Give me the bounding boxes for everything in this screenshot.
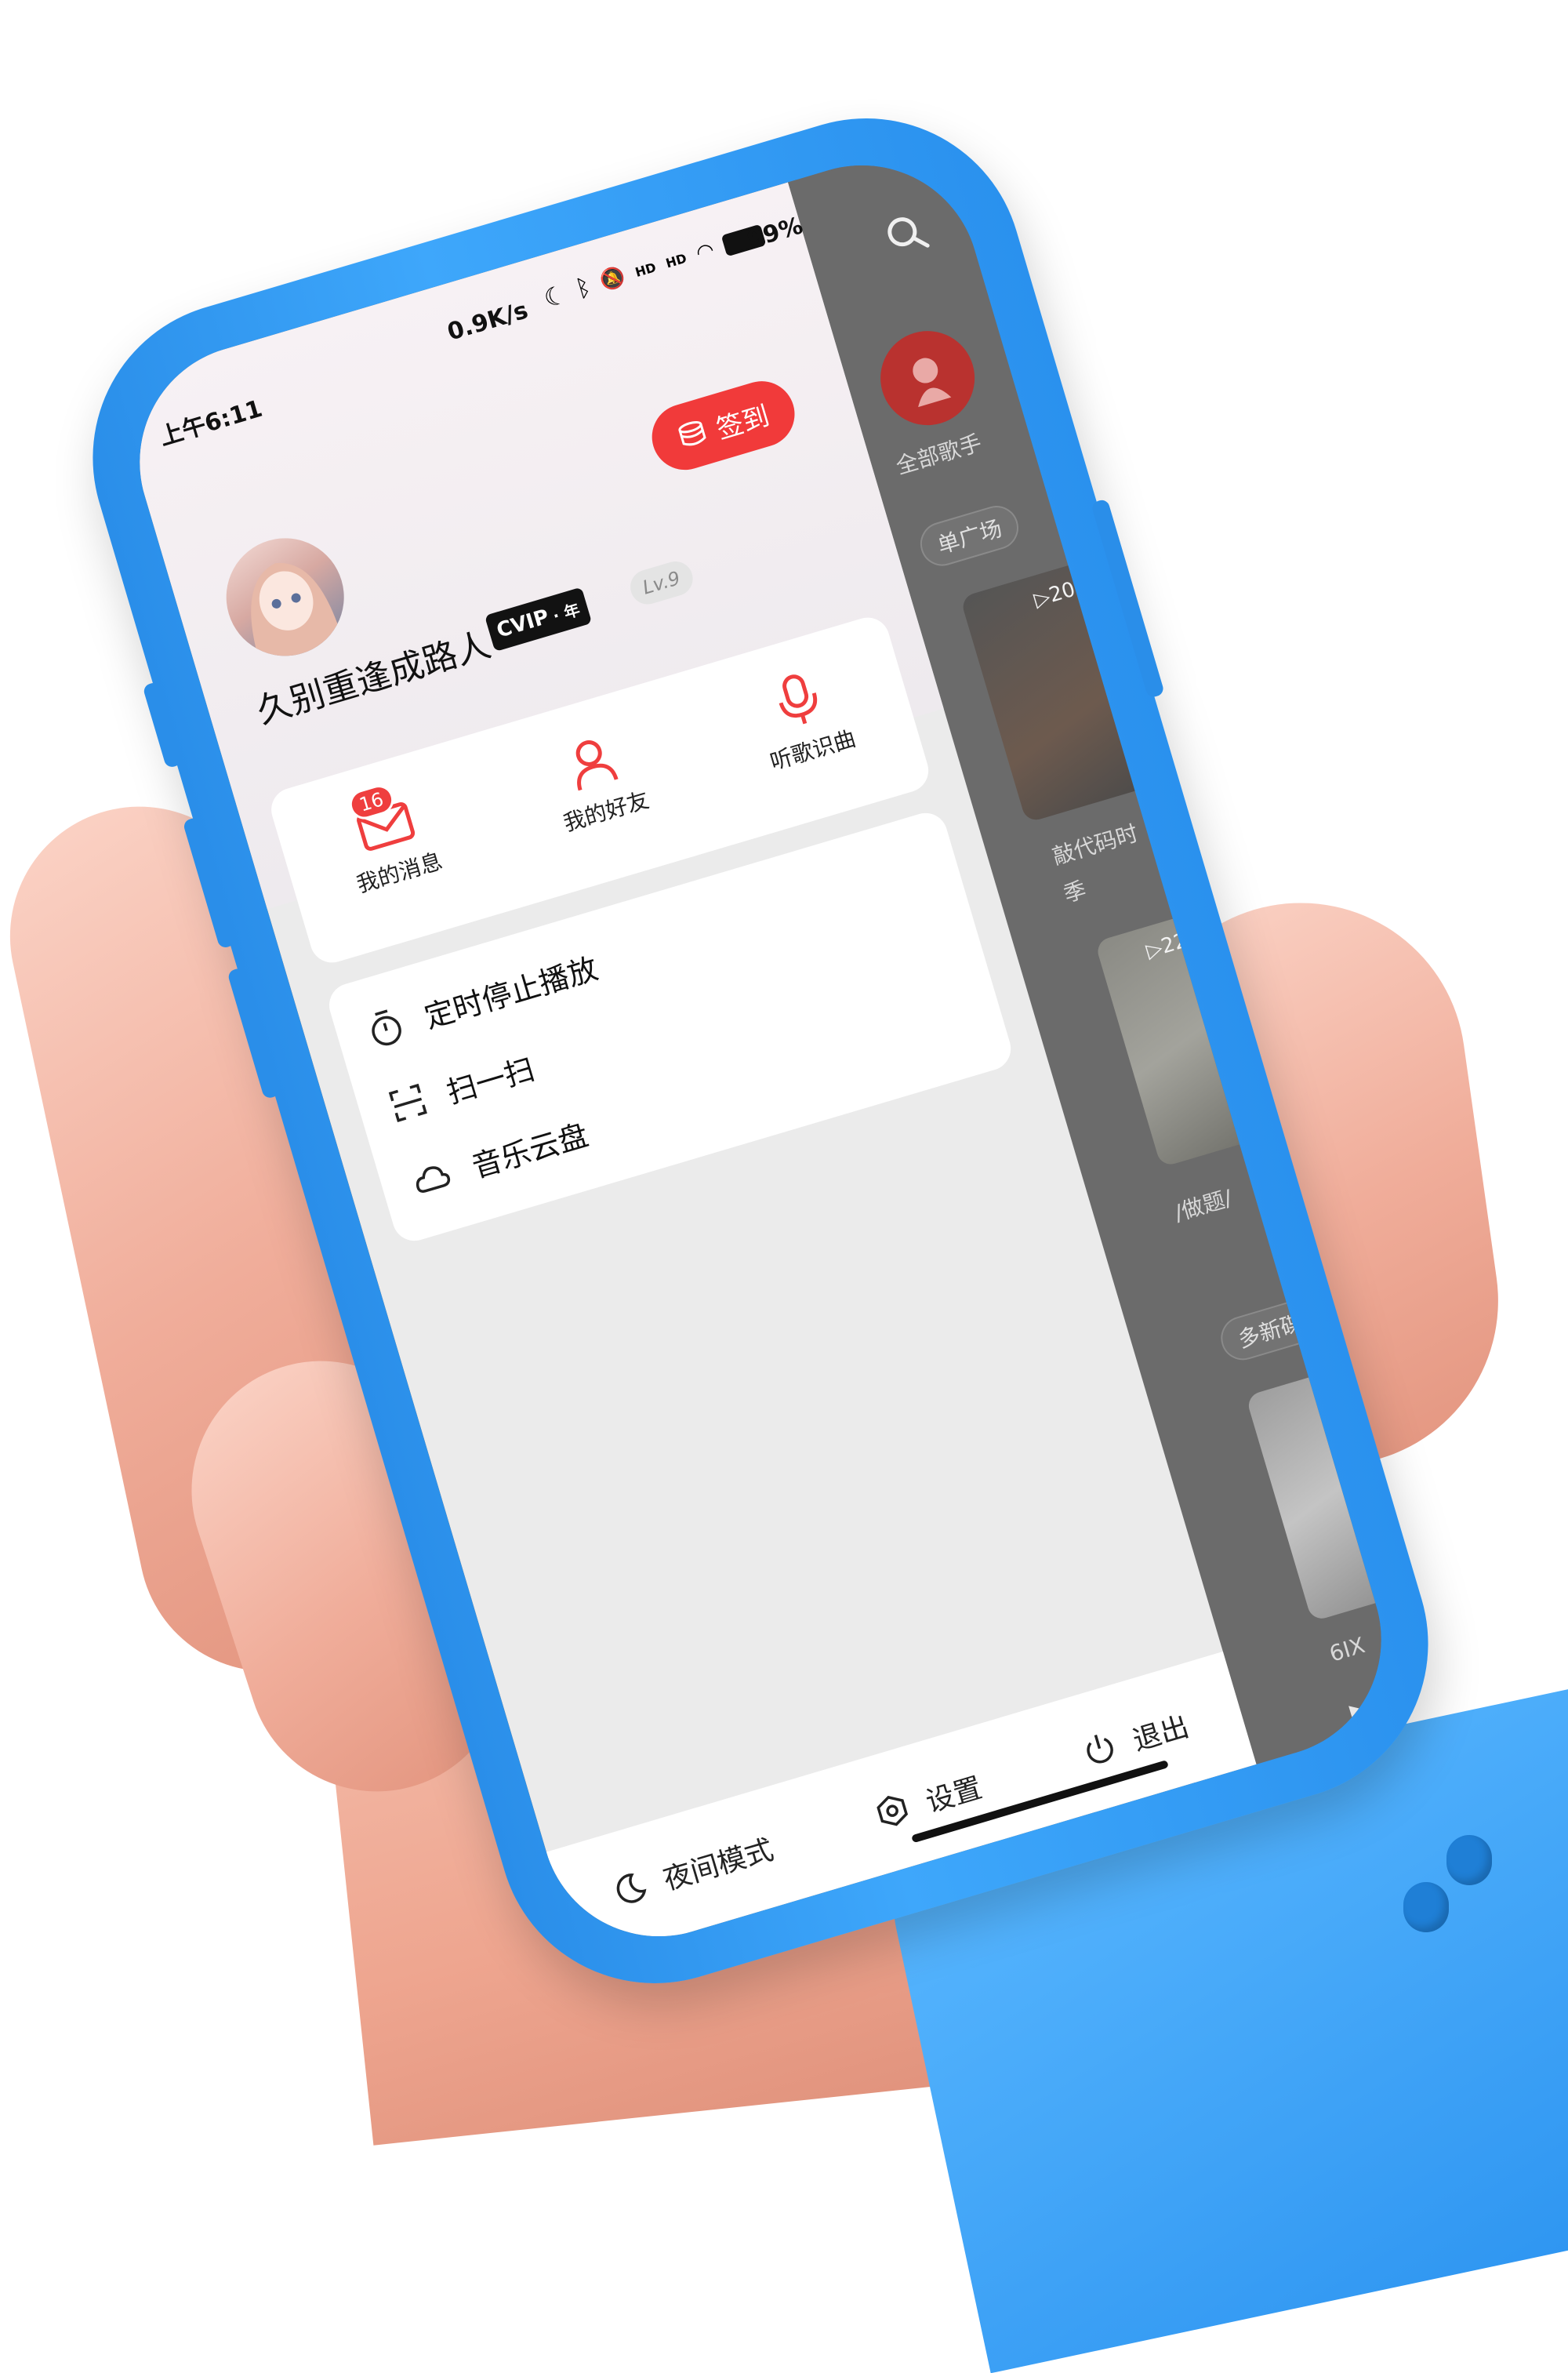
menu-item-label: 定时停止播放 bbox=[420, 950, 602, 1035]
menu-item-cloud-drive[interactable]: 音乐云盘 bbox=[408, 1110, 593, 1203]
cloud-icon bbox=[416, 1165, 451, 1193]
all-singers-icon[interactable] bbox=[869, 319, 986, 437]
wifi-icon: ◠ bbox=[693, 238, 717, 266]
signal-icon: HD bbox=[633, 259, 658, 280]
power-icon bbox=[1087, 1734, 1114, 1764]
playlist-square-chip[interactable]: 单广场 bbox=[915, 500, 1024, 572]
signal-icon: HD bbox=[663, 250, 688, 271]
mute-icon: 🔕 bbox=[597, 263, 629, 294]
menu-item-label: 音乐云盘 bbox=[468, 1117, 593, 1185]
quick-action-messages[interactable]: 16 我的消息 bbox=[305, 774, 475, 908]
moon-icon bbox=[616, 1873, 647, 1903]
settings-label: 设置 bbox=[922, 1772, 986, 1819]
bluetooth-icon: ᛒ bbox=[572, 272, 594, 303]
menu-item-sleep-timer[interactable]: 定时停止播放 bbox=[363, 944, 602, 1053]
vip-label: CVIP bbox=[494, 605, 552, 643]
night-mode-label: 夜间模式 bbox=[659, 1833, 778, 1897]
menu-item-scan[interactable]: 扫一扫 bbox=[385, 1045, 539, 1128]
coin-stack-icon bbox=[678, 420, 706, 446]
logout-label: 退出 bbox=[1129, 1710, 1193, 1758]
vip-term: · 年 bbox=[550, 599, 583, 626]
playlist-caption: /做题/ bbox=[1171, 1184, 1236, 1226]
night-mode-button[interactable]: 夜间模式 bbox=[610, 1827, 778, 1913]
signin-label: 签到 bbox=[713, 400, 773, 445]
quick-action-friends[interactable]: 我的好友 bbox=[512, 713, 682, 847]
playlist-caption: 敲代码时 bbox=[1049, 819, 1142, 870]
sleeve-button bbox=[1446, 1835, 1492, 1885]
playlist-caption: 季 bbox=[1060, 876, 1090, 908]
gear-icon bbox=[877, 1795, 909, 1826]
mic-icon bbox=[779, 674, 818, 725]
sleeve-button bbox=[1403, 1882, 1449, 1932]
album-caption: 6IX bbox=[1326, 1632, 1368, 1667]
quick-action-song-recognition[interactable]: 听歌识曲 bbox=[718, 651, 888, 785]
logout-button[interactable]: 退出 bbox=[1080, 1704, 1193, 1773]
all-singers-label: 全部歌手 bbox=[893, 429, 985, 480]
scan-icon bbox=[388, 1083, 427, 1122]
timer-icon bbox=[372, 1008, 401, 1045]
friend-icon bbox=[575, 740, 619, 791]
search-icon[interactable] bbox=[880, 209, 931, 260]
menu-item-label: 扫一扫 bbox=[442, 1052, 539, 1110]
